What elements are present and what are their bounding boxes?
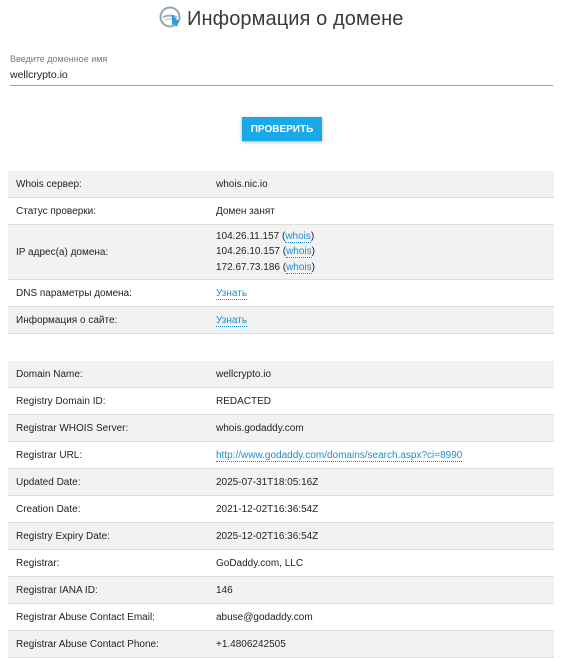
- table-row: Статус проверки: Домен занят: [8, 197, 554, 225]
- row-key: Whois сервер:: [8, 171, 208, 198]
- ip-entry: 104.26.10.157 (whois): [216, 246, 315, 259]
- domain-input-label: Введите доменное имя: [10, 54, 108, 64]
- row-value: 2025-07-31T18:05:16Z: [208, 468, 554, 496]
- row-value: 146: [208, 576, 554, 604]
- table-row: Domain Name: wellcrypto.io: [8, 361, 554, 388]
- row-key: Registrar Abuse Contact Phone:: [8, 630, 208, 658]
- row-key: Registrar URL:: [8, 441, 208, 469]
- row-value: +1.4806242505: [208, 630, 554, 658]
- row-key: IP адрес(а) домена:: [8, 224, 208, 280]
- site-info-link[interactable]: Узнать: [216, 314, 248, 327]
- row-key: Статус проверки:: [8, 197, 208, 225]
- row-value: whois.godaddy.com: [208, 414, 554, 442]
- page-title: Информация о домене: [187, 8, 404, 30]
- table-row: DNS параметры домена: Узнать: [8, 279, 554, 307]
- row-value: 2021-12-02T16:36:54Z: [208, 495, 554, 523]
- table-row: Creation Date: 2021-12-02T16:36:54Z: [8, 495, 554, 523]
- table-row: Информация о сайте: Узнать: [8, 306, 554, 334]
- table-row: Whois сервер: whois.nic.io: [8, 171, 554, 198]
- row-key: Registrar IANA ID:: [8, 576, 208, 604]
- row-value: GoDaddy.com, LLC: [208, 549, 554, 577]
- whois-table: Domain Name: wellcrypto.io Registry Doma…: [8, 361, 554, 658]
- row-value: http://www.godaddy.com/domains/search.as…: [208, 441, 554, 469]
- domain-input[interactable]: [10, 69, 553, 86]
- row-value: abuse@godaddy.com: [208, 603, 554, 631]
- row-key: Creation Date:: [8, 495, 208, 523]
- summary-table: Whois сервер: whois.nic.io Статус провер…: [8, 171, 554, 334]
- table-row: Registrar Abuse Contact Email: abuse@god…: [8, 603, 554, 631]
- check-button[interactable]: ПРОВЕРИТЬ: [242, 117, 322, 141]
- row-value: 2025-12-02T16:36:54Z: [208, 522, 554, 550]
- page-header: Информация о домене: [0, 6, 562, 38]
- ip-list: 104.26.11.157 (whois) 104.26.10.157 (who…: [208, 224, 554, 280]
- row-key: Registry Domain ID:: [8, 387, 208, 415]
- row-value: wellcrypto.io: [208, 361, 554, 388]
- whois-link[interactable]: whois: [286, 261, 312, 274]
- domain-search-icon: [159, 6, 181, 28]
- row-key: Registrar:: [8, 549, 208, 577]
- row-key: Updated Date:: [8, 468, 208, 496]
- ip-address: 104.26.10.157: [216, 246, 280, 258]
- table-row: Registry Domain ID: REDACTED: [8, 387, 554, 415]
- ip-address: 172.67.73.186: [216, 261, 280, 273]
- row-key: Registrar Abuse Contact Email:: [8, 603, 208, 631]
- ip-address: 104.26.11.157: [216, 230, 280, 242]
- whois-link[interactable]: whois: [286, 246, 312, 259]
- row-key: Registry Expiry Date:: [8, 522, 208, 550]
- row-key: Domain Name:: [8, 361, 208, 388]
- row-value: Узнать: [208, 306, 554, 334]
- ip-entry: 172.67.73.186 (whois): [216, 261, 315, 274]
- domain-field: Введите доменное имя: [10, 54, 553, 86]
- ip-entry: 104.26.11.157 (whois): [216, 230, 315, 243]
- table-row: Updated Date: 2025-07-31T18:05:16Z: [8, 468, 554, 496]
- table-row: Registrar IANA ID: 146: [8, 576, 554, 604]
- row-value: REDACTED: [208, 387, 554, 415]
- table-row: Registrar WHOIS Server: whois.godaddy.co…: [8, 414, 554, 442]
- row-value: Узнать: [208, 279, 554, 307]
- row-value: whois.nic.io: [208, 171, 554, 198]
- table-row: Registrar URL: http://www.godaddy.com/do…: [8, 441, 554, 469]
- row-key: Информация о сайте:: [8, 306, 208, 334]
- table-row: IP адрес(а) домена: 104.26.11.157 (whois…: [8, 224, 554, 280]
- row-key: DNS параметры домена:: [8, 279, 208, 307]
- whois-link[interactable]: whois: [285, 230, 311, 243]
- table-row: Registrar Abuse Contact Phone: +1.480624…: [8, 630, 554, 658]
- dns-link[interactable]: Узнать: [216, 287, 248, 300]
- row-value: Домен занят: [208, 197, 554, 225]
- registrar-url-link[interactable]: http://www.godaddy.com/domains/search.as…: [216, 449, 463, 462]
- table-row: Registry Expiry Date: 2025-12-02T16:36:5…: [8, 522, 554, 550]
- table-row: Registrar: GoDaddy.com, LLC: [8, 549, 554, 577]
- row-key: Registrar WHOIS Server:: [8, 414, 208, 442]
